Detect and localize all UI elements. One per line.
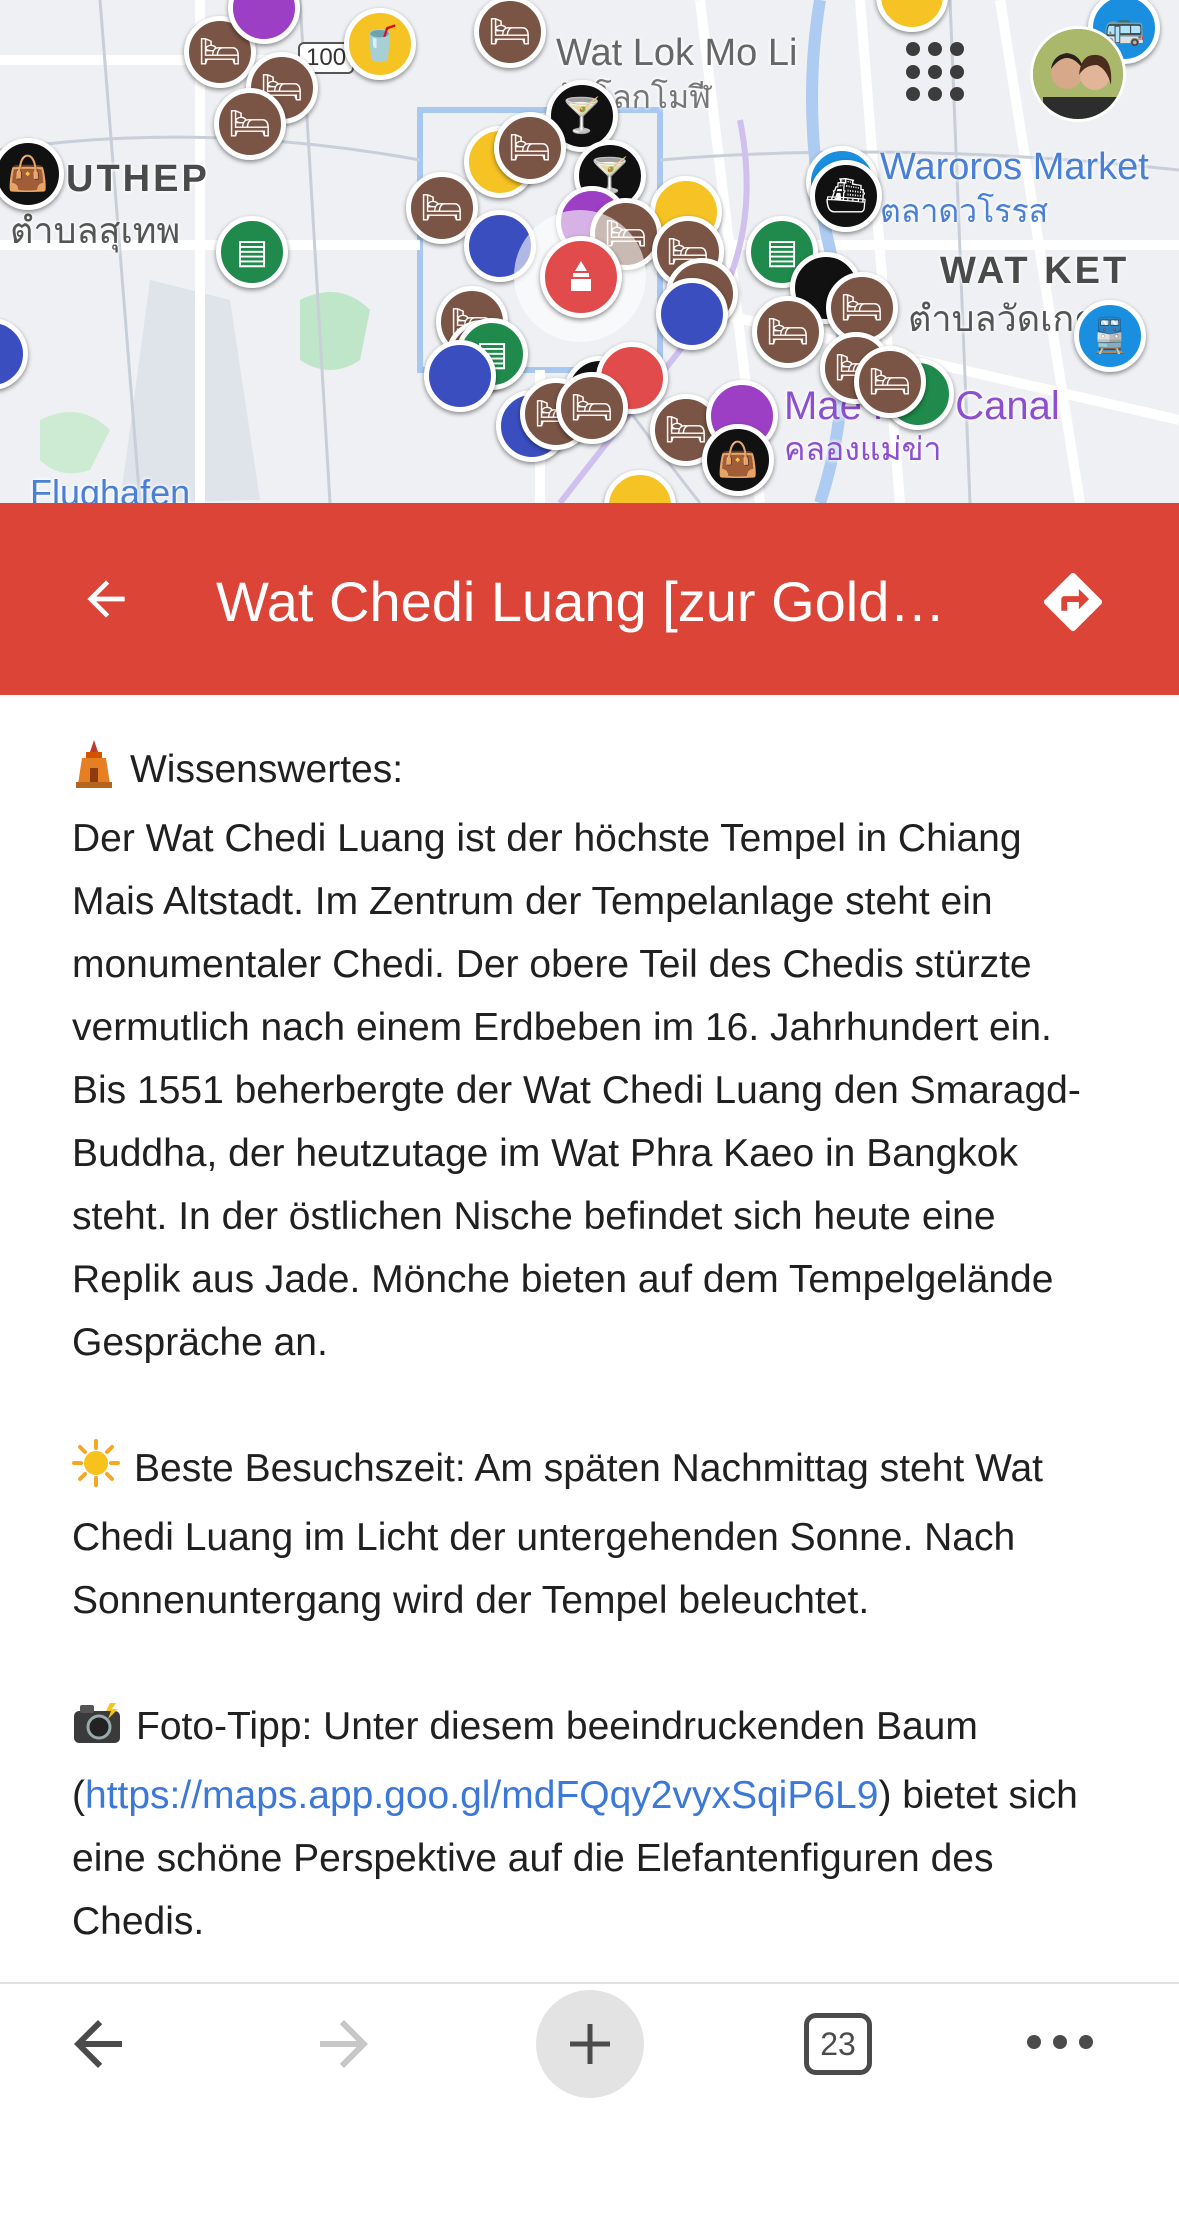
poi-pin-icon[interactable] — [424, 340, 496, 412]
map-label-wat-ket-thai: ตำบลวัดเกต — [908, 298, 1098, 339]
map-label-wat-ket: WAT KET — [940, 250, 1130, 292]
besuchszeit-section: Beste Besuchszeit: Am späten Nachmittag … — [72, 1437, 1112, 1632]
map-label-waroros-market: Waroros Market — [880, 146, 1149, 188]
train-pin-icon[interactable]: 🚆 — [1074, 300, 1146, 372]
app-header: Wat Chedi Luang [zur Gold… — [0, 503, 1179, 695]
map-label-canal-thai: คลองแม่ข่า — [784, 431, 942, 467]
back-arrow-icon — [74, 2020, 122, 2068]
browser-forward-button[interactable] — [296, 1996, 392, 2092]
tabs-icon: 23 — [804, 2013, 872, 2075]
hotel-pin-icon[interactable]: 🛏 — [752, 296, 824, 368]
apps-grid-icon[interactable] — [906, 42, 966, 102]
arrow-left-icon — [87, 580, 125, 618]
directions-button[interactable] — [1034, 563, 1112, 641]
hotel-pin-icon[interactable]: 🛏 — [556, 372, 628, 444]
place-description: Wissenswertes: Der Wat Chedi Luang ist d… — [72, 738, 1112, 2016]
map-view[interactable]: Wat Lok Mo Li วัดโลกโมฬี UTHEP ตำบลสุเทพ… — [0, 0, 1179, 503]
map-label-waroros-thai: ตลาดวโรรส — [880, 193, 1049, 229]
foto-tipp-section: Foto-Tipp: Unter diesem beeindruckenden … — [72, 1695, 1112, 1953]
hotel-pin-icon[interactable]: 🛏 — [214, 88, 286, 160]
tabs-button[interactable]: 23 — [790, 1996, 886, 2092]
more-menu-button[interactable] — [1012, 1996, 1108, 2092]
food-pin-icon[interactable]: 🥤 — [344, 8, 416, 80]
foto-tipp-link[interactable]: https://maps.app.goo.gl/mdFQqy2vyxSqiP6L… — [85, 1774, 878, 1817]
boat-pin-icon[interactable]: ⛴ — [810, 160, 882, 232]
wissenswertes-section: Wissenswertes: Der Wat Chedi Luang ist d… — [72, 738, 1112, 1374]
page-title: Wat Chedi Luang [zur Gold… — [216, 570, 946, 633]
selected-temple-icon[interactable] — [540, 236, 622, 318]
park-pin-icon[interactable]: ▤ — [216, 216, 288, 288]
temple-emoji-icon — [72, 738, 116, 807]
back-button[interactable] — [70, 563, 142, 635]
directions-icon — [1043, 572, 1103, 632]
shopping-pin-icon[interactable]: 👜 — [702, 424, 774, 496]
poi-pin-icon[interactable] — [656, 278, 728, 350]
browser-back-button[interactable] — [50, 1996, 146, 2092]
map-label-suthep-thai: ตำบลสุเทพ — [10, 210, 181, 251]
avatar[interactable] — [1030, 26, 1126, 122]
new-tab-button[interactable] — [536, 1990, 644, 2098]
map-label-wat-lok-mo-li: Wat Lok Mo Li — [556, 32, 798, 74]
more-icon — [1021, 2034, 1099, 2054]
wissenswertes-label: Wissenswertes: — [130, 748, 404, 791]
hotel-pin-icon[interactable]: 🛏 — [494, 112, 566, 184]
wissenswertes-text: Der Wat Chedi Luang ist der höchste Temp… — [72, 817, 1081, 1364]
sun-emoji-icon — [72, 1439, 120, 1506]
browser-bottom-bar: 23 — [0, 1982, 1179, 2104]
forward-arrow-icon — [320, 2020, 368, 2068]
map-label-airport: Flughafen — [30, 472, 191, 503]
tab-count: 23 — [820, 2025, 856, 2062]
camera-flash-emoji-icon — [72, 1701, 122, 1764]
map-label-suthep: UTHEP — [66, 158, 210, 200]
besuchszeit-text: Beste Besuchszeit: Am späten Nachmittag … — [72, 1447, 1043, 1622]
hotel-pin-icon[interactable]: 🛏 — [854, 346, 926, 418]
plus-icon — [570, 2024, 610, 2064]
